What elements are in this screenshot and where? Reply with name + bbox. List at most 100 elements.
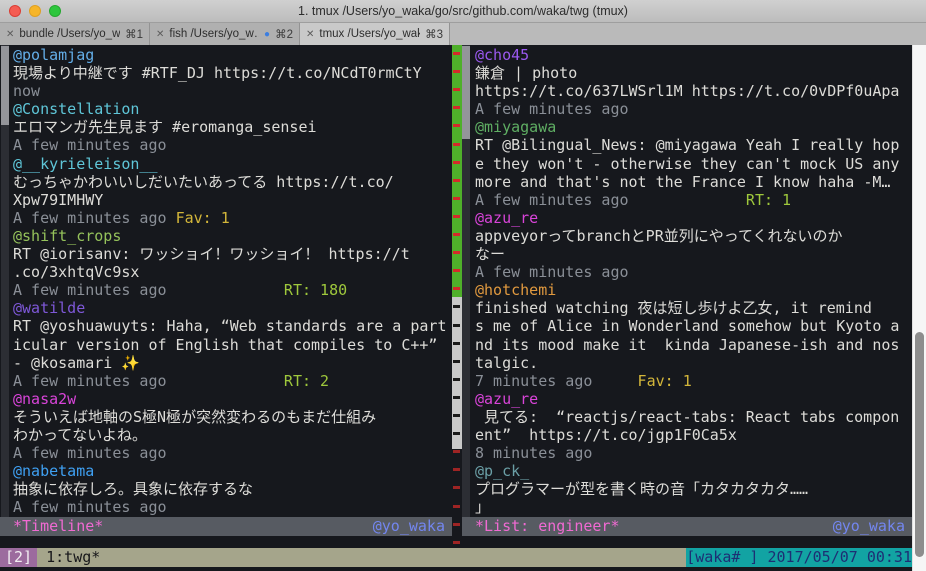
timeline-row: わかってないよね。 xyxy=(13,426,452,444)
pane-statusbar-list: *List: engineer* @yo_waka xyxy=(462,517,912,536)
window-scrollbar[interactable] xyxy=(912,45,926,571)
timeline-row: talgic. xyxy=(475,354,912,372)
username: @hotchemi xyxy=(475,281,557,300)
timeline-row: A few minutes ago RT: 1 xyxy=(475,191,912,209)
tab-bundle[interactable]: ✕ bundle /Users/yo_w… ⌘1 xyxy=(0,23,150,45)
divider-dash xyxy=(453,178,460,182)
divider-dash xyxy=(453,233,460,236)
row-text: nd its mood make it kinda Japanese-ish a… xyxy=(475,335,900,354)
row-text: - @kosamari xyxy=(13,353,122,372)
row-text: A few minutes ago xyxy=(13,136,167,155)
row-text: そういえば地軸のS極N極が突然変わるのもまだ仕組み xyxy=(13,407,377,426)
minimize-window-icon[interactable] xyxy=(29,5,41,17)
timeline-row: @watilde xyxy=(13,299,452,317)
row-text: https://t.co/637LWSrl1M https://t.co/0vD… xyxy=(475,82,900,101)
timeline-row: e they won't - otherwise they can't mock… xyxy=(475,155,912,173)
username: @azu_re xyxy=(475,208,539,227)
timeline-row: A few minutes ago xyxy=(475,263,912,281)
pane-timeline[interactable]: @polamjag 現場より中継です #RTF_DJ https://t.co/N… xyxy=(13,46,452,517)
timeline-row: @azu_re xyxy=(475,390,912,408)
pane-statusbar-timeline: *Timeline* @yo_waka xyxy=(0,517,452,536)
timeline-row: 」 xyxy=(475,498,912,516)
divider-dash xyxy=(453,432,460,436)
username: @watilde xyxy=(13,299,86,318)
row-text: finished watching 夜は短し歩けよ乙女, it remind xyxy=(475,299,872,318)
zoom-window-icon[interactable] xyxy=(49,5,61,17)
tab-label: bundle /Users/yo_w… xyxy=(19,28,121,40)
tab-close-icon[interactable]: ✕ xyxy=(306,29,314,40)
row-text: RT @yoshuawuyts: Haha, “Web standards ar… xyxy=(13,317,447,336)
scrollbar-thumb[interactable] xyxy=(1,46,9,125)
tmux-hostname: [waka# ] xyxy=(686,548,759,567)
row-text: Fav: 1 xyxy=(175,208,230,227)
tab-activity-dot-icon: ● xyxy=(264,28,271,40)
row-text: 鎌倉 | photo xyxy=(475,64,578,83)
row-text: s me of Alice in Wonderland somehow but … xyxy=(475,317,900,336)
traffic-lights xyxy=(9,5,61,17)
divider-dash xyxy=(453,450,460,454)
timeline-row: プログラマーが型を書く時の音「カタカタカタ…… xyxy=(475,480,912,498)
tab-shortcut: ⌘2 xyxy=(275,29,293,41)
list-pane-scrollbar[interactable] xyxy=(462,45,470,517)
tab-shortcut: ⌘3 xyxy=(425,29,443,41)
timeline-row: RT @Bilingual_News: @miyagawa Yeah I rea… xyxy=(475,136,912,154)
close-window-icon[interactable] xyxy=(9,5,21,17)
tab-close-icon[interactable]: ✕ xyxy=(6,29,14,40)
row-text: A few minutes ago xyxy=(13,444,167,463)
timeline-row: RT @yoshuawuyts: Haha, “Web standards ar… xyxy=(13,317,452,335)
tab-bar: ✕ bundle /Users/yo_w… ⌘1 ✕ fish /Users/yo_w…… xyxy=(0,23,926,46)
tab-bar-filler xyxy=(450,23,926,45)
pane-title: *List: engineer* xyxy=(475,517,620,535)
row-text: RT: 2 xyxy=(166,371,330,390)
pane-account: @yo_waka xyxy=(372,517,445,535)
divider-dash xyxy=(453,124,460,128)
tab-close-icon[interactable]: ✕ xyxy=(156,29,164,40)
row-text: RT @Bilingual_News: @miyagawa Yeah I rea… xyxy=(475,136,900,155)
timeline-row: Xpw79IMHWY xyxy=(13,191,452,209)
timeline-row: @Constellation xyxy=(13,100,452,118)
divider-dash xyxy=(453,414,460,417)
divider-gray-segment xyxy=(452,297,462,449)
tmux-window-item[interactable]: 1:twg* xyxy=(37,548,686,567)
timeline-row: @polamjag xyxy=(13,46,452,64)
pane-divider[interactable] xyxy=(452,45,462,548)
tmux-datetime: 2017/05/07 00:31 xyxy=(758,548,912,567)
row-text: RT: 180 xyxy=(166,281,348,300)
tab-fish[interactable]: ✕ fish /Users/yo_w… ● ⌘2 xyxy=(150,23,300,45)
tab-tmux[interactable]: ✕ tmux /Users/yo_wak… ⌘3 xyxy=(300,23,450,45)
row-text: 7 minutes ago xyxy=(475,371,593,390)
username: @azu_re xyxy=(475,389,539,408)
row-text: talgic. xyxy=(475,353,539,372)
divider-dash xyxy=(453,504,460,508)
timeline-row: 鎌倉 | photo xyxy=(475,64,912,82)
timeline-row: 抽象に依存しろ。具象に依存するな xyxy=(13,480,452,498)
pane-list-engineer[interactable]: @cho45 鎌倉 | photo https://t.co/637LWSrl1M … xyxy=(475,46,912,517)
row-text: RT: 1 xyxy=(628,190,792,209)
row-text: .co/3xhtqVc9sx xyxy=(13,263,140,282)
timeline-row: RT @iorisanv: ワッショイ！ワッショイ！ https://t xyxy=(13,245,452,263)
timeline-row: @miyagawa xyxy=(475,118,912,136)
row-text: 見てる: “reactjs/react-tabs: React tabs com… xyxy=(475,407,900,426)
timeline-row: @hotchemi xyxy=(475,281,912,299)
window-scrollbar-thumb[interactable] xyxy=(915,332,924,557)
username: @miyagawa xyxy=(475,118,557,137)
row-text: e they won't - otherwise they can't mock… xyxy=(475,154,900,173)
timeline-row: A few minutes ago RT: 2 xyxy=(13,372,452,390)
tab-label: fish /Users/yo_w… xyxy=(169,28,260,40)
timeline-row: むっちゃかわいいしだいたいあってる https://t.co/ xyxy=(13,173,452,191)
timeline-pane-scrollbar[interactable] xyxy=(1,45,9,517)
divider-dash xyxy=(453,287,460,291)
timeline-row: A few minutes ago xyxy=(475,100,912,118)
scrollbar-thumb[interactable] xyxy=(462,46,470,139)
pane-account: @yo_waka xyxy=(832,517,905,535)
timeline-row: ent” https://t.co/jgp1F0Ca5x xyxy=(475,426,912,444)
timeline-row: @nasa2w xyxy=(13,390,452,408)
tab-label: tmux /Users/yo_wak… xyxy=(319,28,420,40)
terminal-content: @polamjag 現場より中継です #RTF_DJ https://t.co/N… xyxy=(0,45,926,571)
divider-dash xyxy=(453,70,460,74)
divider-dash xyxy=(453,522,460,526)
row-text: now xyxy=(13,82,41,101)
username: @nabetama xyxy=(13,462,95,481)
timeline-row: .co/3xhtqVc9sx xyxy=(13,263,452,281)
tmux-statusbar: [2] 1:twg* [waka# ] 2017/05/07 00:31 xyxy=(0,548,912,567)
